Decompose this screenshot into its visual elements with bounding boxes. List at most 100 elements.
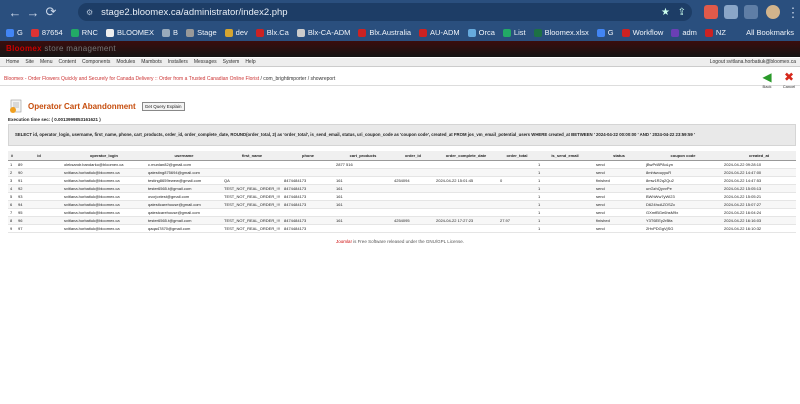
- bookmark-item[interactable]: List: [502, 28, 526, 37]
- table-cell: 8474484173: [282, 216, 334, 225]
- avatar[interactable]: [766, 5, 780, 19]
- table-cell: [392, 208, 434, 217]
- bookmark-item[interactable]: NZ: [704, 28, 726, 37]
- bookmarks-bar: G 87654 RNC BLOOMEX B Stage dev Blx.Ca Blx-CA-AD…: [0, 24, 800, 41]
- table-cell: 1: [536, 224, 594, 233]
- table-cell: 96: [16, 216, 62, 225]
- table-cell: svitlana.horbatiuk@bloomex.ca: [62, 200, 146, 209]
- bookmark-favicon-icon: [224, 28, 233, 37]
- table-cell: send: [594, 160, 644, 169]
- bookmark-item[interactable]: Orca: [467, 28, 495, 37]
- table-cell: [434, 192, 498, 201]
- address-bar[interactable]: ⚙ stage2.bloomex.ca/administrator/index2…: [78, 3, 692, 21]
- column-header: order_id: [392, 151, 434, 161]
- bookmark-item[interactable]: Workflow: [621, 28, 663, 37]
- all-bookmarks[interactable]: All Bookmarks: [746, 28, 794, 37]
- cancel-button[interactable]: ✖ Cancel: [778, 70, 800, 92]
- table-cell: 161: [334, 192, 392, 201]
- table-cell: GXmfBGe6hsM9x: [644, 208, 722, 217]
- table-cell: 2024-04-22 15:07:27: [722, 200, 796, 209]
- kebab-menu-icon[interactable]: ⋮: [784, 5, 800, 21]
- menu-item-help[interactable]: Help: [245, 59, 255, 65]
- bookmark-item[interactable]: Bloomex.xlsx: [533, 28, 589, 37]
- column-header: coupon code: [644, 151, 722, 161]
- table-cell: [498, 168, 536, 177]
- bookmark-item[interactable]: Stage: [186, 28, 217, 37]
- table-cell: [282, 208, 334, 217]
- table-cell: 2HvPDGgVjSG: [644, 224, 722, 233]
- bookmark-star-icon[interactable]: ★: [661, 7, 670, 18]
- table-cell: 4: [8, 184, 16, 193]
- table-cell: 5: [8, 192, 16, 201]
- table-cell: 3: [8, 176, 16, 185]
- bookmark-item[interactable]: Blx.Australia: [358, 28, 411, 37]
- menu-item-mambots[interactable]: Mambots: [141, 59, 162, 65]
- menu-item-home[interactable]: Home: [6, 59, 19, 65]
- bookmark-item[interactable]: BLOOMEX: [105, 28, 154, 37]
- bookmark-item[interactable]: RNC: [70, 28, 98, 37]
- menu-item-installers[interactable]: Installers: [168, 59, 188, 65]
- back-arrow-icon[interactable]: ←: [6, 5, 24, 20]
- bookmark-item[interactable]: Blx.Ca: [255, 28, 289, 37]
- reload-icon[interactable]: ⟳: [42, 4, 60, 20]
- get-query-explain-button[interactable]: Get Query Explain: [141, 101, 185, 111]
- table-cell: 1: [536, 168, 594, 177]
- table-cell: [498, 208, 536, 217]
- menu-item-messages[interactable]: Messages: [194, 59, 217, 65]
- table-cell: finished: [594, 216, 644, 225]
- bookmark-item[interactable]: G: [6, 28, 23, 37]
- table-cell: testing8659ewew@gmail.com: [146, 176, 222, 185]
- bookmark-favicon-icon: [419, 28, 428, 37]
- table-cell: 8474484173: [282, 184, 334, 193]
- joomla-link[interactable]: Joomla!: [336, 239, 352, 244]
- table-cell: [334, 168, 392, 177]
- table-cell: [392, 168, 434, 177]
- table-header: # id operator_login username first_name phone…: [8, 151, 796, 161]
- table-cell: 1: [536, 216, 594, 225]
- table-cell: 0: [498, 176, 536, 185]
- bookmark-item[interactable]: G: [596, 28, 614, 37]
- table-cell: TEST_NOT_REAL_ORDER_!!!: [222, 224, 282, 233]
- puzzle-icon[interactable]: [724, 5, 738, 19]
- menu-item-system[interactable]: System: [223, 59, 240, 65]
- bookmark-item[interactable]: adm: [671, 28, 697, 37]
- bookmark-favicon-icon: [358, 28, 367, 37]
- menu-item-modules[interactable]: Modules: [116, 59, 135, 65]
- bookmark-item[interactable]: dev: [224, 28, 248, 37]
- table-cell: TEST_NOT_REAL_ORDER_!!!: [222, 216, 282, 225]
- table-row: 3 91 svitlana.horbatiuk@bloomex.ca testing8…: [8, 176, 796, 185]
- table-cell: qatesting875694@gmail.com: [146, 168, 222, 177]
- table-row: 8 96 svitlana.horbatiuk@bloomex.ca tester65…: [8, 216, 796, 225]
- column-header: operator_login: [62, 151, 146, 161]
- back-button[interactable]: ◀ Back: [756, 70, 778, 92]
- bookmark-favicon-icon: [255, 28, 264, 37]
- extension-icon[interactable]: [704, 5, 718, 19]
- bookmark-item[interactable]: B: [162, 28, 178, 37]
- menu-item-site[interactable]: Site: [25, 59, 34, 65]
- table-cell: [222, 160, 282, 169]
- table-cell: [498, 200, 536, 209]
- table-cell: 9: [8, 224, 16, 233]
- table-row: 4 92 svitlana.horbatiuk@bloomex.ca tester65…: [8, 184, 796, 193]
- bookmark-favicon-icon: [296, 28, 305, 37]
- forward-arrow-icon[interactable]: →: [24, 5, 42, 20]
- menu-item-components[interactable]: Components: [82, 59, 110, 65]
- bookmark-item[interactable]: 87654: [30, 28, 63, 37]
- bookmark-item[interactable]: Blx-CA-ADM: [296, 28, 350, 37]
- sidebar-icon[interactable]: [744, 5, 758, 19]
- menu-item-menu[interactable]: Menu: [40, 59, 53, 65]
- table-cell: 4254095: [392, 216, 434, 225]
- site-info-icon[interactable]: ⚙: [86, 8, 93, 17]
- logout-link[interactable]: Logout svitlana.horbatiuk@bloomex.ca: [710, 59, 796, 65]
- admin-menu: Home Site Menu Content Components Modules Mamb…: [0, 58, 800, 67]
- admin-header: Bloomex store management: [0, 41, 800, 57]
- table-cell: send: [594, 168, 644, 177]
- table-cell: 2: [8, 168, 16, 177]
- table-cell: c.munlan82@gmail.com: [146, 160, 222, 169]
- bookmark-item[interactable]: AU-ADM: [419, 28, 460, 37]
- table-cell: 8474484173: [282, 176, 334, 185]
- column-header: phone: [282, 151, 334, 161]
- bookmark-favicon-icon: [162, 28, 171, 37]
- menu-item-content[interactable]: Content: [58, 59, 76, 65]
- share-icon[interactable]: ⇪: [678, 7, 686, 18]
